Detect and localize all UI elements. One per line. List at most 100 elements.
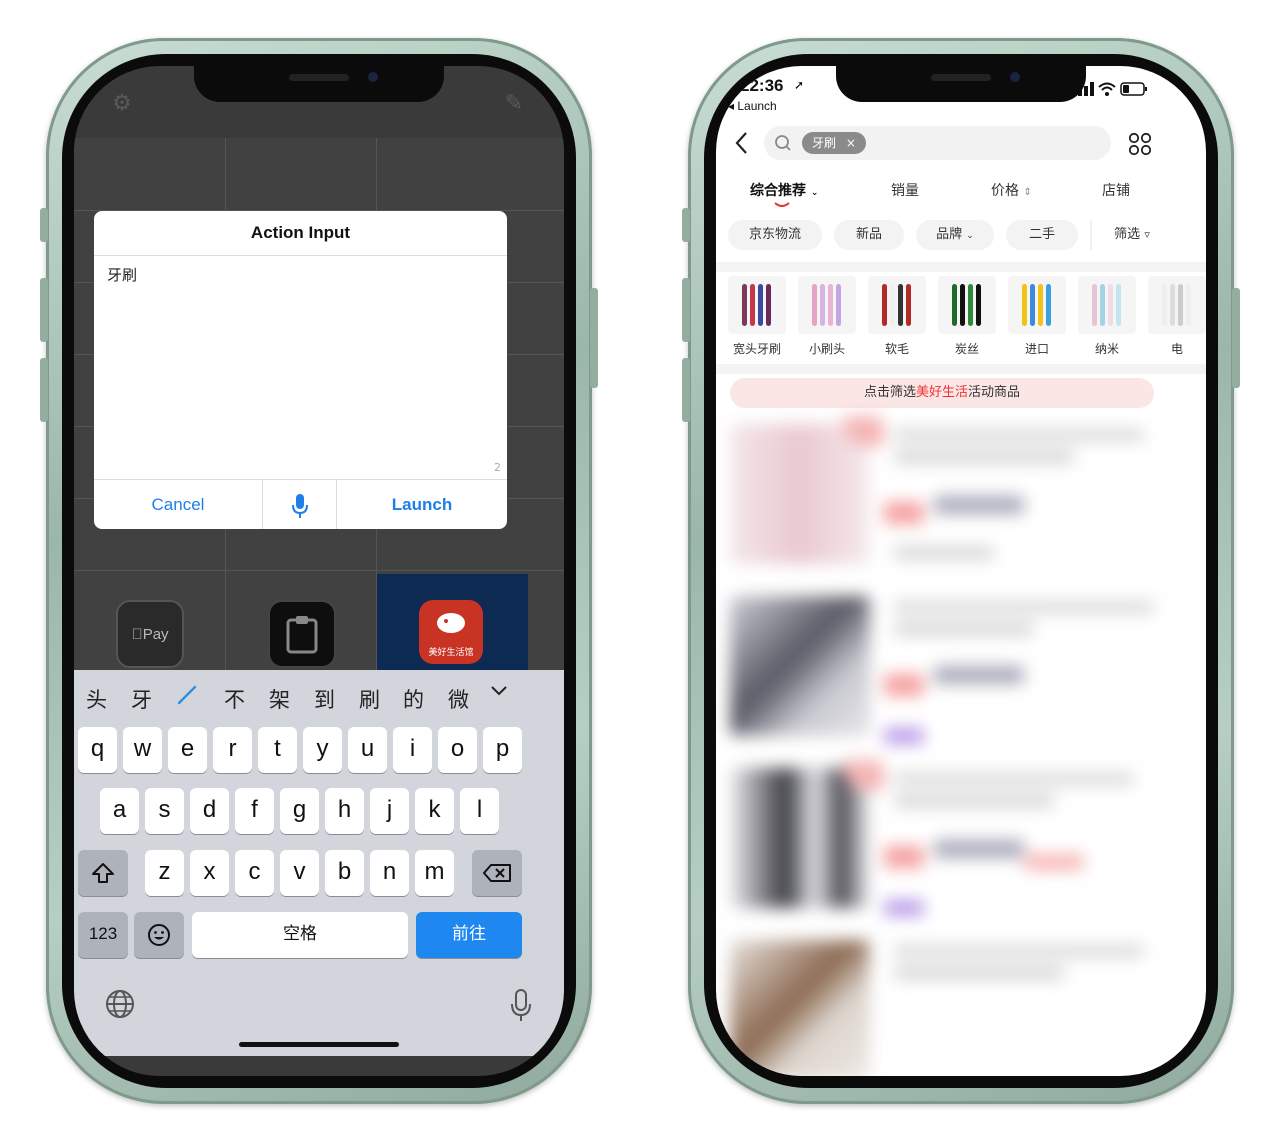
filter-brand[interactable]: 品牌 ⌄ bbox=[916, 220, 994, 250]
key-p[interactable]: p bbox=[483, 727, 522, 773]
category-item[interactable]: 炭丝 bbox=[938, 276, 996, 357]
globe-icon[interactable] bbox=[104, 988, 136, 1024]
section-divider bbox=[716, 364, 1206, 374]
key-r[interactable]: r bbox=[213, 727, 252, 773]
product-image bbox=[730, 940, 870, 1076]
apple-pay-cell[interactable]: Pay bbox=[74, 574, 225, 674]
category-thumbnail bbox=[728, 276, 786, 334]
key-n[interactable]: n bbox=[370, 850, 409, 896]
product-card[interactable] bbox=[724, 932, 1164, 1076]
clear-chip-icon[interactable]: × bbox=[846, 136, 856, 150]
apple-pay-icon[interactable]: Pay bbox=[116, 600, 184, 668]
category-item[interactable]: 小刷头 bbox=[798, 276, 856, 357]
key-h[interactable]: h bbox=[325, 788, 364, 834]
category-item[interactable]: 进口 bbox=[1008, 276, 1066, 357]
key-i[interactable]: i bbox=[393, 727, 432, 773]
product-card[interactable] bbox=[724, 760, 1164, 920]
clipboard-cell[interactable] bbox=[226, 574, 376, 674]
category-thumbnail bbox=[798, 276, 856, 334]
candidate-3[interactable] bbox=[176, 684, 198, 711]
key-o[interactable]: o bbox=[438, 727, 477, 773]
volume-down-button bbox=[682, 358, 690, 422]
clipboard-icon[interactable] bbox=[268, 600, 336, 668]
launch-button[interactable]: Launch bbox=[337, 480, 507, 529]
space-key[interactable]: 空格 bbox=[192, 912, 408, 958]
home-indicator[interactable] bbox=[239, 1042, 399, 1047]
key-z[interactable]: z bbox=[145, 850, 184, 896]
char-count: 2 bbox=[494, 461, 501, 474]
candidate-1[interactable]: 头 bbox=[86, 684, 107, 714]
key-g[interactable]: g bbox=[280, 788, 319, 834]
key-w[interactable]: w bbox=[123, 727, 162, 773]
category-label: 电 bbox=[1170, 342, 1183, 356]
key-m[interactable]: m bbox=[415, 850, 454, 896]
sort-sales-tab[interactable]: 销量 bbox=[891, 180, 919, 200]
key-b[interactable]: b bbox=[325, 850, 364, 896]
sort-price-tab[interactable]: 价格 ⇕ bbox=[991, 180, 1032, 200]
candidate-8[interactable]: 的 bbox=[403, 684, 424, 714]
candidate-5[interactable]: 架 bbox=[269, 684, 290, 714]
key-c[interactable]: c bbox=[235, 850, 274, 896]
candidate-9[interactable]: 微 bbox=[448, 684, 478, 714]
power-button bbox=[590, 288, 598, 388]
filter-new[interactable]: 新品 bbox=[834, 220, 904, 250]
product-image bbox=[730, 596, 870, 736]
edit-pencil-icon[interactable]: ✎ bbox=[502, 92, 526, 116]
shift-key[interactable] bbox=[78, 850, 128, 896]
expand-candidates-chevron-icon[interactable] bbox=[488, 680, 510, 704]
sort-shop-tab[interactable]: 店铺 bbox=[1102, 180, 1130, 200]
dictation-button[interactable] bbox=[263, 480, 336, 529]
jd-mascot-icon[interactable]: 美好生活馆 bbox=[419, 600, 483, 664]
key-j[interactable]: j bbox=[370, 788, 409, 834]
back-to-launch-link[interactable]: ◂ Launch bbox=[728, 99, 777, 113]
candidate-7[interactable]: 刷 bbox=[359, 684, 380, 714]
category-item[interactable]: 宽头牙刷 bbox=[728, 276, 786, 357]
promo-banner[interactable]: 点击筛选美好生活活动商品 bbox=[730, 378, 1154, 408]
filter-jd-logistics[interactable]: 京东物流 bbox=[728, 220, 822, 250]
numbers-key[interactable]: 123 bbox=[78, 912, 128, 958]
stroke-slash-icon bbox=[177, 685, 197, 705]
grid-view-icon[interactable] bbox=[1128, 132, 1152, 156]
mute-switch bbox=[40, 208, 48, 242]
sort-comprehensive-tab[interactable]: 综合推荐 ⌄ bbox=[750, 180, 818, 200]
filter-screen[interactable]: 筛选 ▿ bbox=[1090, 220, 1172, 250]
category-item[interactable]: 纳米 bbox=[1078, 276, 1136, 357]
key-u[interactable]: u bbox=[348, 727, 387, 773]
search-row: 牙刷 × bbox=[716, 126, 1206, 166]
key-d[interactable]: d bbox=[190, 788, 229, 834]
jd-app-label: 美好生活馆 bbox=[428, 648, 474, 658]
key-a[interactable]: a bbox=[100, 788, 139, 834]
key-k[interactable]: k bbox=[415, 788, 454, 834]
category-item[interactable]: 电 bbox=[1148, 276, 1206, 357]
jd-app-cell[interactable]: 美好生活馆 bbox=[377, 574, 528, 674]
go-key[interactable]: 前往 bbox=[416, 912, 522, 958]
cancel-button[interactable]: Cancel bbox=[94, 480, 262, 529]
dictation-mic-icon[interactable] bbox=[510, 988, 532, 1026]
candidate-6[interactable]: 到 bbox=[314, 684, 335, 714]
shift-arrow-icon bbox=[92, 862, 114, 883]
key-l[interactable]: l bbox=[460, 788, 499, 834]
candidate-2[interactable]: 牙 bbox=[131, 684, 152, 714]
settings-gear-icon[interactable]: ⚙ bbox=[110, 92, 134, 116]
product-card[interactable] bbox=[724, 416, 1164, 576]
key-s[interactable]: s bbox=[145, 788, 184, 834]
product-card[interactable] bbox=[724, 588, 1164, 748]
key-q[interactable]: q bbox=[78, 727, 117, 773]
emoji-key[interactable] bbox=[134, 912, 184, 958]
back-chevron-icon[interactable] bbox=[734, 130, 750, 156]
key-e[interactable]: e bbox=[168, 727, 207, 773]
right-screen: 22:36 ➚ ◂ Launch 牙刷 × 综合推荐 ⌄ 销量 价格 ⇕ 店铺 … bbox=[716, 66, 1206, 1076]
key-v[interactable]: v bbox=[280, 850, 319, 896]
key-f[interactable]: f bbox=[235, 788, 274, 834]
key-x[interactable]: x bbox=[190, 850, 229, 896]
search-box[interactable]: 牙刷 × bbox=[764, 126, 1111, 160]
filter-secondhand[interactable]: 二手 bbox=[1006, 220, 1078, 250]
delete-key[interactable] bbox=[472, 850, 522, 896]
key-t[interactable]: t bbox=[258, 727, 297, 773]
candidate-4[interactable]: 不 bbox=[224, 684, 245, 714]
category-item[interactable]: 软毛 bbox=[868, 276, 926, 357]
action-input-textarea[interactable]: 牙刷 2 bbox=[94, 256, 507, 478]
search-keyword-chip[interactable]: 牙刷 × bbox=[802, 132, 866, 154]
key-y[interactable]: y bbox=[303, 727, 342, 773]
left-screen: ⚙ ✎ Pay 美好生 bbox=[74, 66, 564, 1076]
